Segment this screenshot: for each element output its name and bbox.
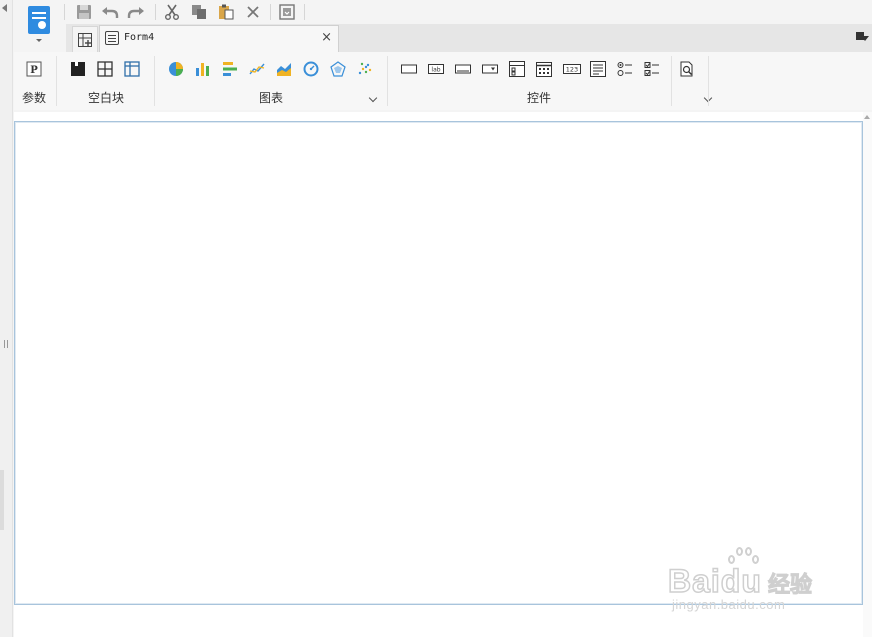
svg-text:123: 123 [566, 66, 578, 74]
toolbar-separator [155, 4, 156, 20]
controls-group: lab 123 控件 [389, 52, 713, 110]
document-tab-strip: Form4 × [66, 24, 872, 52]
undo-icon[interactable] [101, 3, 119, 21]
watermark: Baidu 经验 jingyan.baidu.com [667, 545, 828, 615]
copy-icon[interactable] [190, 3, 208, 21]
watermark-brand: Baidu [667, 562, 762, 600]
param-p-icon[interactable]: P [26, 61, 42, 77]
svg-text:lab: lab [431, 67, 440, 74]
button-widget-icon[interactable] [401, 61, 417, 77]
toolbar-separator [304, 4, 305, 20]
horizontal-bar-chart-icon[interactable] [222, 61, 238, 77]
tab-label: Form4 [124, 32, 155, 43]
tab-list-menu-icon[interactable] [856, 32, 869, 42]
group-separator [387, 56, 388, 106]
number-widget-icon[interactable]: 123 [563, 61, 581, 77]
pie-chart-icon[interactable] [168, 61, 184, 77]
absolute-layout-icon[interactable] [70, 61, 86, 77]
checkbox-group-widget-icon[interactable] [644, 61, 660, 77]
delete-icon[interactable] [244, 3, 262, 21]
form-canvas[interactable] [14, 121, 863, 605]
tab-layout-icon[interactable] [124, 61, 140, 77]
chevron-down-icon[interactable] [36, 39, 42, 42]
watermark-brand-cn: 经验 [767, 573, 813, 599]
vertical-scrollbar[interactable] [863, 112, 872, 637]
save-icon[interactable] [75, 3, 93, 21]
toolbar-separator [270, 4, 271, 20]
tab-form4[interactable]: Form4 × [99, 25, 339, 52]
bar-chart-icon[interactable] [195, 61, 211, 77]
paste-icon[interactable] [217, 3, 235, 21]
dropdown-tree-widget-icon[interactable] [509, 61, 525, 77]
toolbar-separator [64, 4, 65, 20]
charts-group: 图表 [156, 52, 386, 110]
resize-grip[interactable] [4, 340, 8, 348]
area-chart-icon[interactable] [276, 61, 292, 77]
quick-toolbar [14, 0, 872, 24]
date-widget-icon[interactable] [536, 61, 552, 77]
group-separator [56, 56, 57, 106]
watermark-url: jingyan.baidu.com [672, 597, 786, 612]
textbox-widget-icon[interactable] [455, 61, 471, 77]
line-chart-icon[interactable] [249, 61, 265, 77]
radar-chart-icon[interactable] [330, 61, 346, 77]
blank-block-group-label: 空白块 [87, 91, 124, 105]
blank-block-group: 空白块 [58, 52, 154, 110]
component-ribbon: P 参数 空白块 图表 lab 123 控件 [14, 52, 872, 110]
charts-group-label: 图表 [258, 91, 283, 105]
controls-group-label: 控件 [526, 91, 551, 105]
new-report-tab-button[interactable] [72, 26, 98, 52]
gauge-chart-icon[interactable] [303, 61, 319, 77]
radio-group-widget-icon[interactable] [617, 61, 633, 77]
svg-text:P: P [30, 65, 38, 76]
label-widget-icon[interactable]: lab [428, 61, 444, 77]
left-collapse-strip[interactable] [0, 0, 13, 637]
form-icon [105, 31, 119, 45]
close-icon[interactable]: × [321, 30, 332, 46]
group-separator [708, 56, 709, 106]
dropdown-widget-icon[interactable] [482, 61, 498, 77]
params-group-label: 参数 [21, 91, 46, 105]
redo-icon[interactable] [127, 3, 145, 21]
cut-icon[interactable] [163, 3, 181, 21]
params-group: P 参数 [14, 52, 54, 110]
scatter-chart-icon[interactable] [357, 61, 373, 77]
left-panel-edge [0, 470, 4, 530]
collapse-left-icon[interactable] [2, 4, 7, 12]
scroll-up-icon[interactable] [864, 115, 870, 119]
template-save-icon[interactable] [278, 3, 296, 21]
group-separator [154, 56, 155, 106]
query-button-icon[interactable] [679, 61, 695, 77]
textarea-widget-icon[interactable] [590, 61, 606, 77]
grid-add-icon [78, 32, 92, 47]
split-layout-icon[interactable] [97, 61, 113, 77]
